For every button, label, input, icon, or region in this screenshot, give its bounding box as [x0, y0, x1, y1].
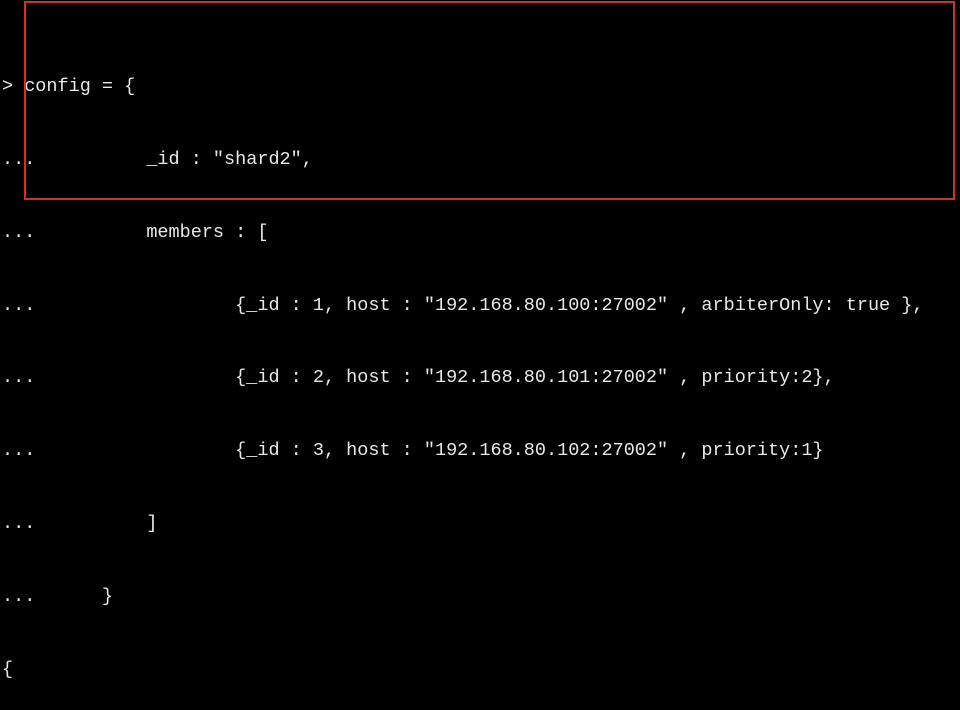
terminal-line: ... ]: [2, 512, 958, 536]
terminal-line: ... }: [2, 585, 958, 609]
terminal-line: ... _id : "shard2",: [2, 148, 958, 172]
terminal-line: ... members : [: [2, 221, 958, 245]
terminal-line: ... {_id : 1, host : "192.168.80.100:270…: [2, 294, 958, 318]
terminal-line: ... {_id : 3, host : "192.168.80.102:270…: [2, 439, 958, 463]
terminal-line: {: [2, 658, 958, 682]
terminal-line: ... {_id : 2, host : "192.168.80.101:270…: [2, 366, 958, 390]
terminal-line: > config = {: [2, 75, 958, 99]
terminal-output[interactable]: > config = { ... _id : "shard2", ... mem…: [0, 0, 960, 710]
